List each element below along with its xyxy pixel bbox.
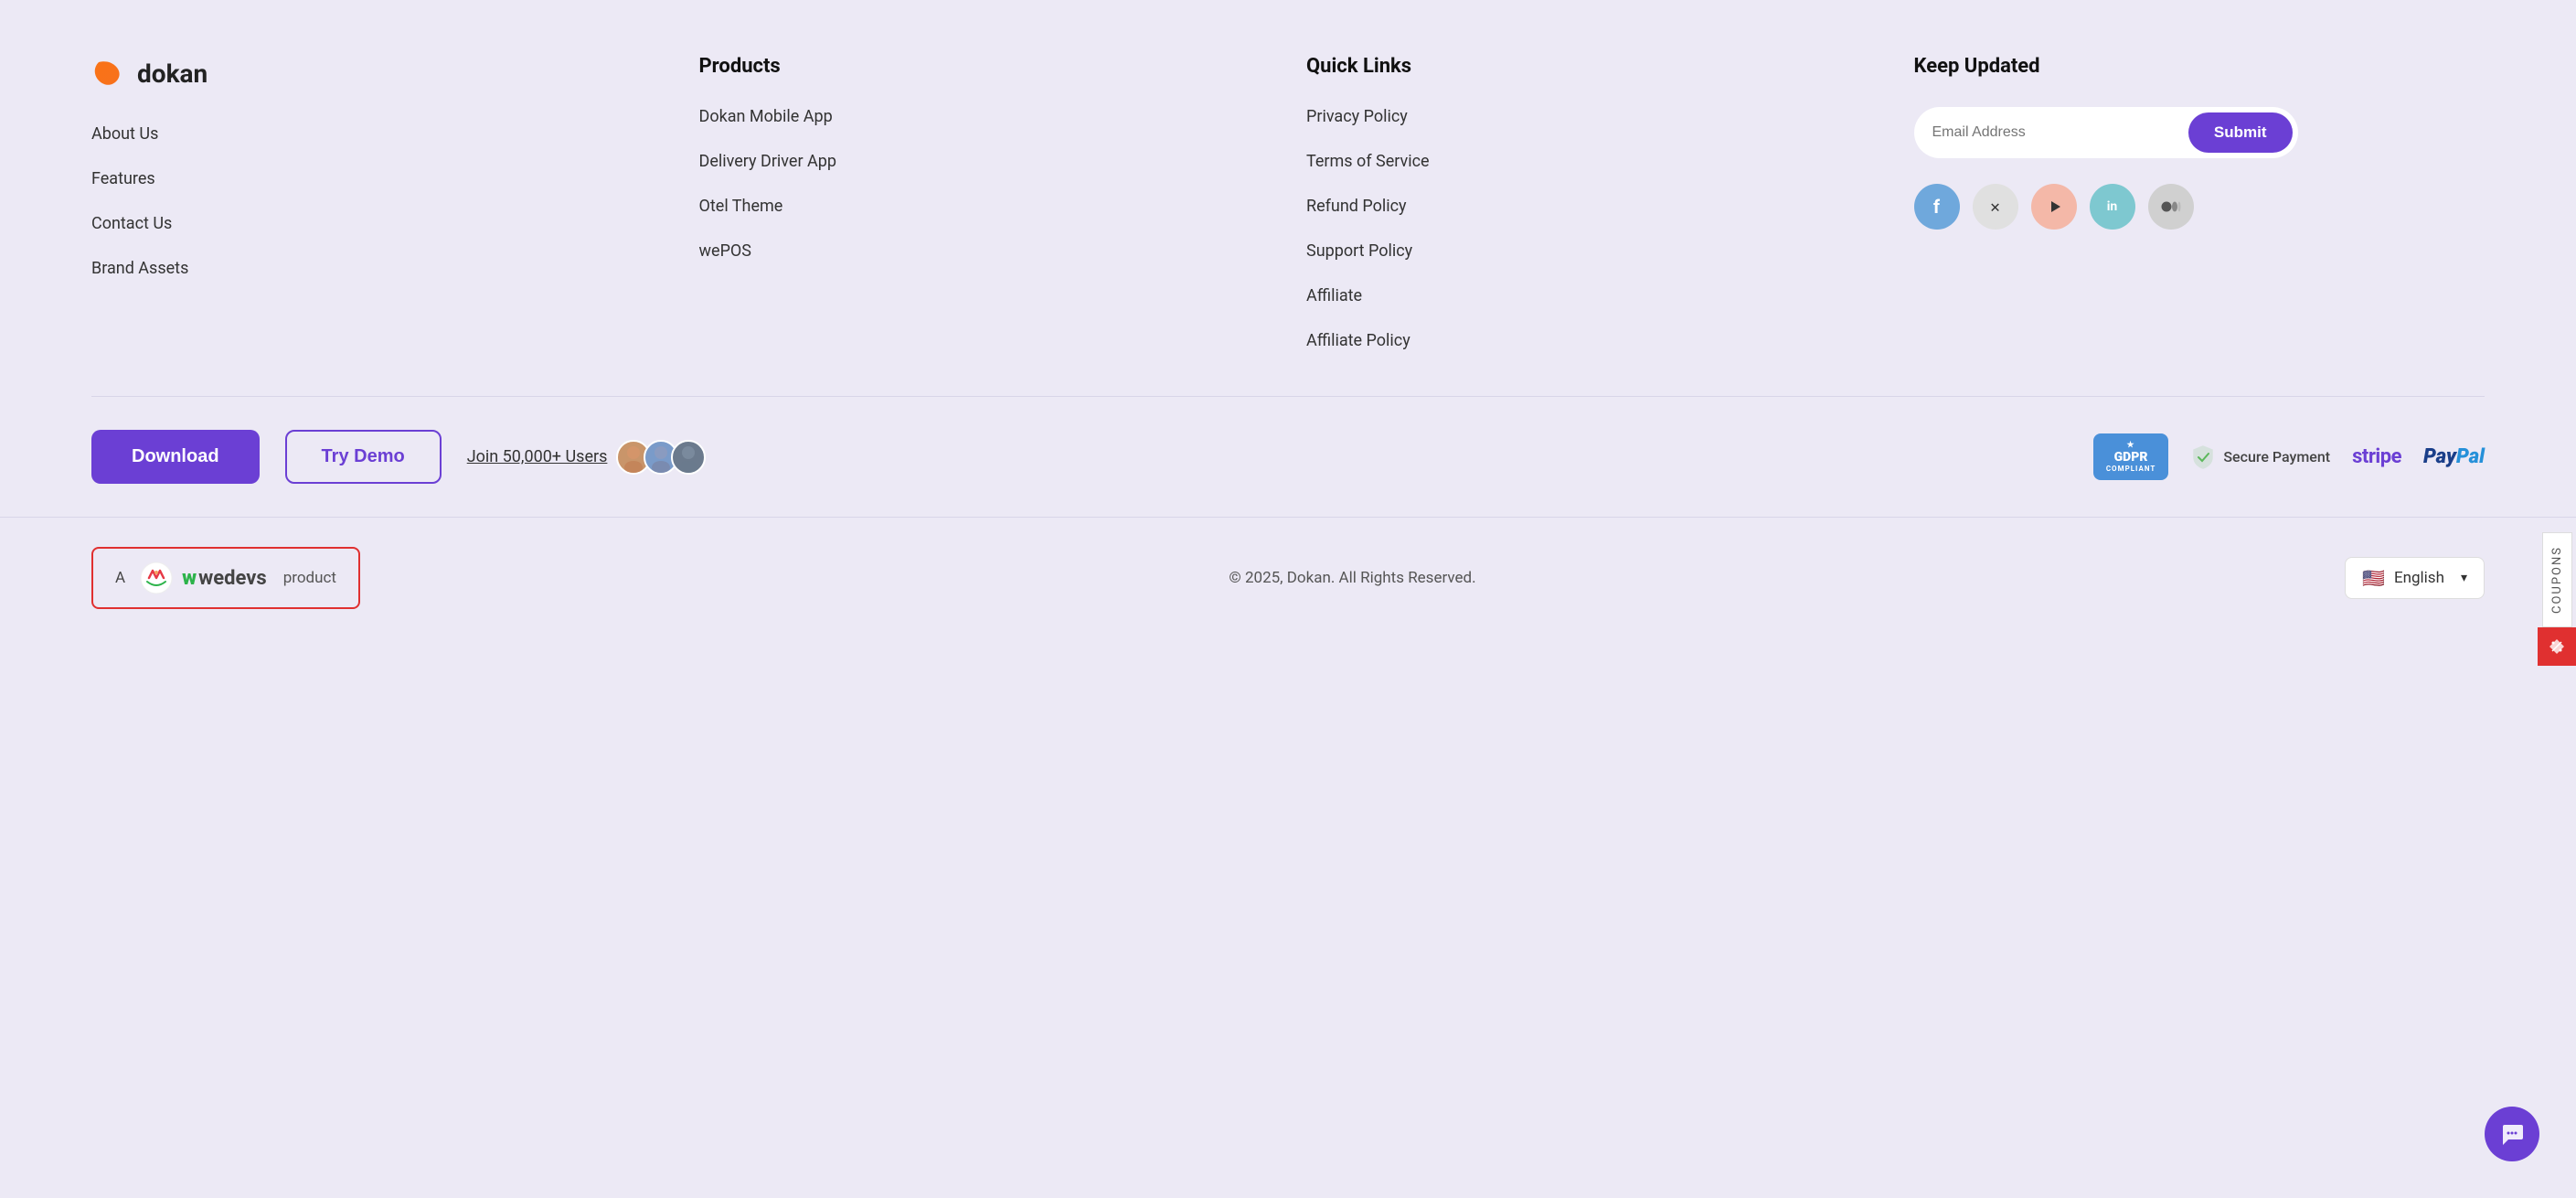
product-otel[interactable]: Otel Theme [699, 197, 1271, 216]
language-label: English [2394, 569, 2444, 587]
products-heading: Products [699, 55, 1271, 78]
brand-column: dokan About Us Features Contact Us Brand… [91, 55, 663, 350]
gdpr-badge: ★ GDPR COMPLIANT [2093, 433, 2169, 480]
email-input[interactable] [1932, 124, 2188, 141]
chevron-down-icon: ▾ [2461, 571, 2467, 585]
features-link[interactable]: Features [91, 169, 155, 188]
submit-button[interactable]: Submit [2188, 112, 2293, 153]
link-tos[interactable]: Terms of Service [1306, 152, 1878, 171]
payment-badges: ★ GDPR COMPLIANT Secure Payment stripe P… [2093, 433, 2485, 480]
brand-assets-link[interactable]: Brand Assets [91, 259, 188, 278]
nav-contact[interactable]: Contact Us [91, 214, 663, 233]
privacy-policy-link[interactable]: Privacy Policy [1306, 107, 1408, 126]
footer-bottom: A wwedevs product © 2025, Dokan. All Rig… [0, 517, 2576, 638]
linkedin-icon[interactable]: in [2090, 184, 2135, 230]
facebook-icon[interactable]: f [1914, 184, 1960, 230]
nav-brand[interactable]: Brand Assets [91, 259, 663, 278]
flag-icon: 🇺🇸 [2362, 567, 2385, 589]
copyright-text: © 2025, Dokan. All Rights Reserved. [1229, 569, 1475, 587]
product-wepos[interactable]: wePOS [699, 241, 1271, 261]
quicklinks-links: Privacy Policy Terms of Service Refund P… [1306, 107, 1878, 350]
chat-bubble-button[interactable] [2485, 1107, 2539, 1161]
product-label: product [283, 569, 336, 587]
wedevs-logo-icon [140, 562, 173, 594]
language-selector[interactable]: 🇺🇸 English ▾ [2345, 557, 2485, 599]
product-mobile-app[interactable]: Dokan Mobile App [699, 107, 1271, 126]
secure-payment-badge: Secure Payment [2190, 444, 2330, 470]
logo-text: dokan [137, 59, 208, 89]
nav-features[interactable]: Features [91, 169, 663, 188]
join-users-text: Join 50,000+ Users [467, 447, 608, 466]
email-form: Submit [1914, 107, 2298, 158]
medium-icon[interactable] [2148, 184, 2194, 230]
coupons-label[interactable]: COUPONS [2542, 532, 2572, 627]
affiliate-policy-link[interactable]: Affiliate Policy [1306, 331, 1410, 350]
tos-link[interactable]: Terms of Service [1306, 152, 1430, 171]
download-button[interactable]: Download [91, 430, 260, 484]
products-column: Products Dokan Mobile App Delivery Drive… [699, 55, 1271, 350]
shield-checkmark-icon [2190, 444, 2216, 470]
affiliate-link[interactable]: Affiliate [1306, 286, 1362, 305]
join-users-link[interactable]: Join 50,000+ Users [467, 440, 707, 475]
contact-link[interactable]: Contact Us [91, 214, 172, 233]
delivery-driver-link[interactable]: Delivery Driver App [699, 152, 836, 171]
quicklinks-heading: Quick Links [1306, 55, 1878, 78]
stripe-logo: stripe [2352, 445, 2401, 468]
link-support[interactable]: Support Policy [1306, 241, 1878, 261]
support-link[interactable]: Support Policy [1306, 241, 1412, 261]
user-avatars [616, 440, 706, 475]
x-twitter-icon[interactable]: ✕ [1973, 184, 2018, 230]
dokan-logo-icon [91, 55, 128, 91]
keepupdated-heading: Keep Updated [1914, 55, 2486, 78]
link-refund[interactable]: Refund Policy [1306, 197, 1878, 216]
paypal-logo: PayPal [2423, 445, 2485, 468]
youtube-icon[interactable] [2031, 184, 2077, 230]
wedevs-brand-text: wwedevs [182, 567, 267, 590]
coupons-icon[interactable] [2538, 627, 2576, 666]
a-label: A [115, 569, 125, 587]
products-links: Dokan Mobile App Delivery Driver App Ote… [699, 107, 1271, 261]
logo-area[interactable]: dokan [91, 55, 663, 91]
avatar-3 [671, 440, 706, 475]
keep-updated-column: Keep Updated Submit f ✕ in [1914, 55, 2486, 350]
wepos-link[interactable]: wePOS [699, 241, 752, 261]
about-link[interactable]: About Us [91, 124, 158, 144]
quicklinks-column: Quick Links Privacy Policy Terms of Serv… [1306, 55, 1878, 350]
secure-payment-text: Secure Payment [2223, 448, 2330, 465]
link-privacy[interactable]: Privacy Policy [1306, 107, 1878, 126]
footer-actions-bar: Download Try Demo Join 50,000+ Users ★ G… [91, 396, 2485, 517]
otel-theme-link[interactable]: Otel Theme [699, 197, 783, 216]
refund-link[interactable]: Refund Policy [1306, 197, 1407, 216]
coupons-tab[interactable]: COUPONS [2538, 532, 2576, 666]
social-icons-row: f ✕ in [1914, 184, 2486, 230]
nav-links: About Us Features Contact Us Brand Asset… [91, 124, 663, 278]
link-affiliate-policy[interactable]: Affiliate Policy [1306, 331, 1878, 350]
nav-about[interactable]: About Us [91, 124, 663, 144]
product-delivery-app[interactable]: Delivery Driver App [699, 152, 1271, 171]
dokan-mobile-link[interactable]: Dokan Mobile App [699, 107, 833, 126]
link-affiliate[interactable]: Affiliate [1306, 286, 1878, 305]
wedevs-product-box: A wwedevs product [91, 547, 360, 609]
try-demo-button[interactable]: Try Demo [285, 430, 442, 484]
